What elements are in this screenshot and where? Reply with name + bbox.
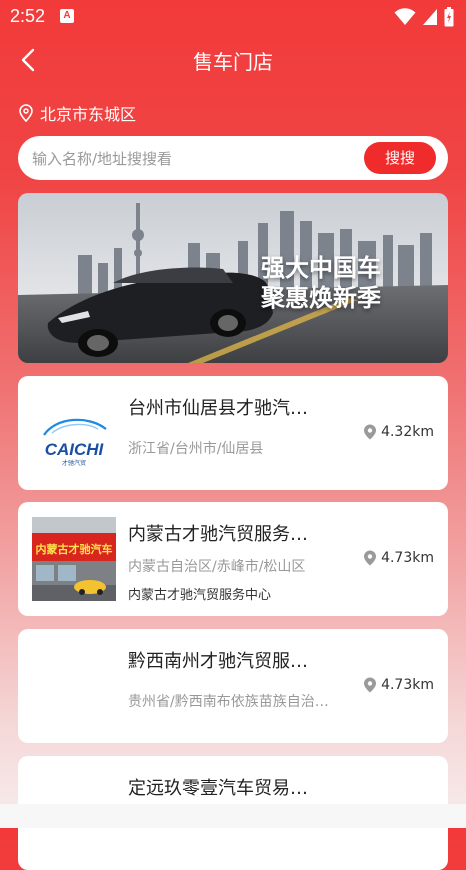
store-name: 黔西南州才驰汽贸服… xyxy=(128,651,308,672)
store-name: 定远玖零壹汽车贸易… xyxy=(128,778,308,799)
wifi-icon xyxy=(394,8,416,25)
status-time: 2:52 xyxy=(10,6,46,26)
store-region: 浙江省/台州市/仙居县 xyxy=(128,441,264,457)
notification-a-icon: A xyxy=(60,9,74,23)
location-pin-icon xyxy=(364,677,377,693)
store-distance: 4.73km xyxy=(363,677,434,693)
app-header: 售车门店 xyxy=(0,34,466,86)
banner-slogan: 强大中国车 聚惠焕新季 xyxy=(261,253,381,313)
store-name: 内蒙古才驰汽贸服务… xyxy=(128,524,308,545)
logo-text: CAICHI xyxy=(45,440,105,459)
battery-icon xyxy=(444,7,454,27)
store-region: 内蒙古自治区/赤峰市/松山区 xyxy=(128,559,306,575)
status-icons xyxy=(394,7,454,27)
bottom-bar xyxy=(0,804,466,828)
location-pin-icon xyxy=(364,550,377,566)
banner-image xyxy=(18,193,448,363)
store-subtitle: 内蒙古才驰汽贸服务中心 xyxy=(128,588,272,603)
store-distance: 4.32km xyxy=(363,424,434,440)
store-photo: 内蒙古才驰汽车 xyxy=(32,517,116,601)
status-bar: 2:52 A xyxy=(0,0,466,34)
signal-icon xyxy=(423,9,437,25)
location-pin-icon xyxy=(364,424,377,440)
distance-value: 4.73km xyxy=(381,550,434,566)
caichi-logo: CAICHI 才驰汽贸 xyxy=(32,391,116,475)
location-pin-icon xyxy=(19,104,33,122)
location-selector[interactable]: 北京市东城区 xyxy=(18,101,136,125)
banner-line-1: 强大中国车 xyxy=(261,254,381,282)
distance-value: 4.32km xyxy=(381,424,434,440)
promo-banner[interactable]: 强大中国车 聚惠焕新季 xyxy=(18,193,448,363)
store-sign-text: 内蒙古才驰汽车 xyxy=(36,542,113,556)
search-input[interactable] xyxy=(30,136,364,182)
store-card[interactable]: 内蒙古才驰汽车 内蒙古才驰汽贸服务… 内蒙古自治区/赤峰市/松山区 内蒙古才驰汽… xyxy=(18,502,448,616)
store-name: 台州市仙居县才驰汽… xyxy=(128,398,308,419)
location-text: 北京市东城区 xyxy=(40,105,137,124)
store-card[interactable]: 黔西南州才驰汽贸服… 贵州省/黔西南布依族苗族自治… 4.73km xyxy=(18,629,448,743)
search-button[interactable]: 搜搜 xyxy=(364,142,436,174)
store-distance: 4.73km xyxy=(363,550,434,566)
logo-subtext: 才驰汽贸 xyxy=(62,459,86,467)
store-region: 贵州省/黔西南布依族苗族自治… xyxy=(128,694,329,710)
distance-value: 4.73km xyxy=(381,677,434,693)
banner-line-2: 聚惠焕新季 xyxy=(261,284,381,312)
search-bar: 搜搜 xyxy=(18,136,448,182)
store-card[interactable]: CAICHI 才驰汽贸 台州市仙居县才驰汽… 浙江省/台州市/仙居县 4.32k… xyxy=(18,376,448,490)
page-title: 售车门店 xyxy=(193,50,273,74)
